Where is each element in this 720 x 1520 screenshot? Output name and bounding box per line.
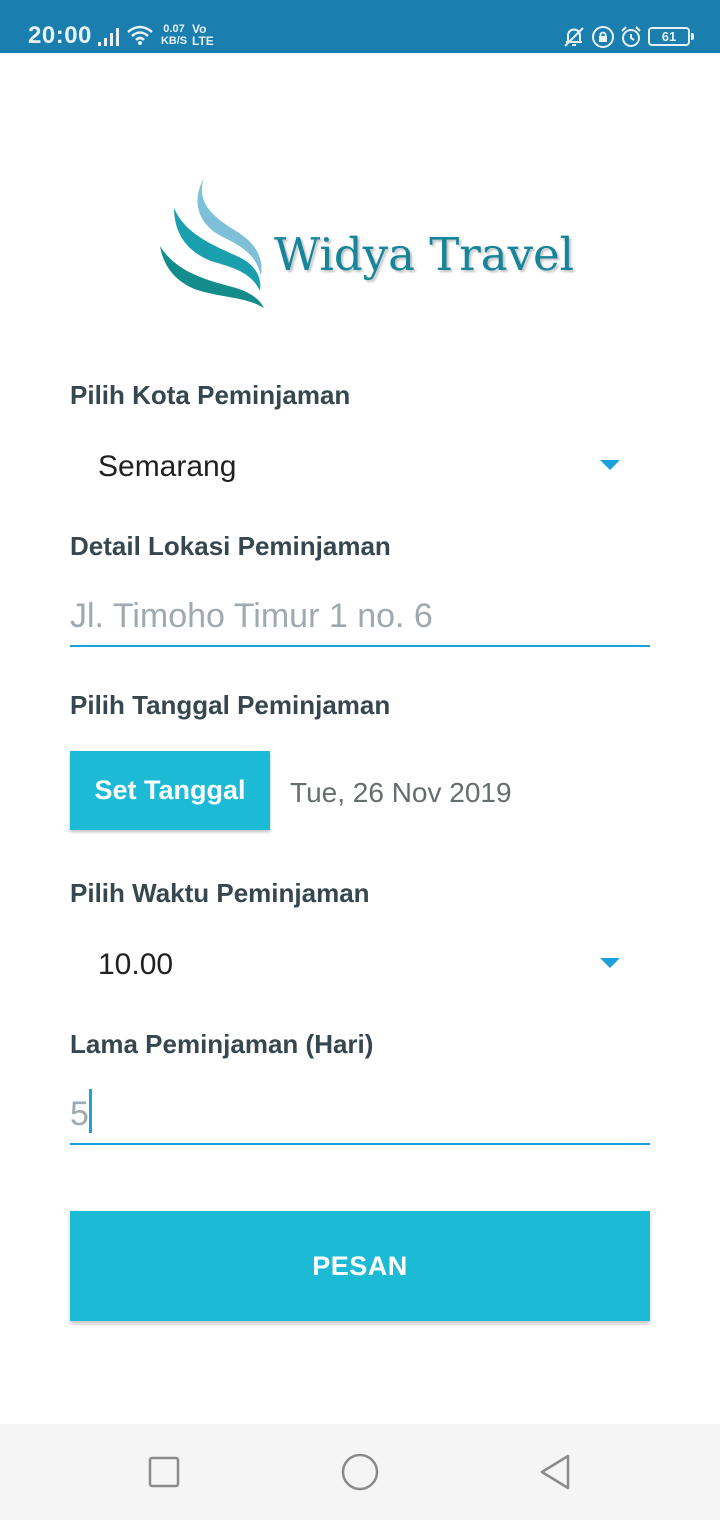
network-speed-unit: KB/S bbox=[160, 35, 188, 47]
network-lte: LTE bbox=[192, 34, 214, 48]
dropdown-arrow-icon bbox=[600, 958, 620, 968]
date-label: Pilih Tanggal Peminjaman bbox=[70, 690, 391, 720]
circle-icon[interactable] bbox=[340, 1452, 380, 1492]
dropdown-arrow-icon bbox=[600, 460, 620, 470]
city-dropdown-value: Semarang bbox=[98, 450, 237, 483]
network-speed: 0.07 KB/S bbox=[158, 23, 190, 47]
time-label: Pilih Waktu Peminjaman bbox=[70, 878, 370, 908]
battery-icon: 61 bbox=[648, 27, 694, 46]
signal-icon bbox=[98, 28, 119, 46]
set-date-button[interactable]: Set Tanggal bbox=[70, 751, 270, 830]
status-time: 20:00 bbox=[28, 22, 92, 49]
triangle-back-icon[interactable] bbox=[536, 1452, 576, 1492]
location-label: Detail Lokasi Peminjaman bbox=[70, 531, 391, 561]
lock-rotation-icon bbox=[592, 26, 614, 48]
location-input[interactable]: Jl. Timoho Timur 1 no. 6 bbox=[70, 587, 650, 647]
network-type: Vo LTE bbox=[192, 23, 214, 47]
wifi-icon bbox=[127, 25, 153, 45]
logo-text: Widya Travel bbox=[274, 228, 575, 281]
pesan-button[interactable]: PESAN bbox=[70, 1211, 650, 1321]
text-cursor bbox=[89, 1089, 92, 1133]
city-label: Pilih Kota Peminjaman bbox=[70, 380, 351, 410]
square-icon[interactable] bbox=[144, 1452, 184, 1492]
bell-off-icon bbox=[564, 27, 584, 47]
location-input-text: Jl. Timoho Timur 1 no. 6 bbox=[70, 597, 433, 635]
duration-input[interactable]: 5 bbox=[70, 1085, 650, 1145]
time-dropdown-value: 10.00 bbox=[98, 948, 174, 981]
status-bar: 20:00 0.07 KB/S Vo LTE 61 bbox=[0, 0, 720, 53]
navigation-bar bbox=[0, 1424, 720, 1520]
selected-date: Tue, 26 Nov 2019 bbox=[290, 777, 512, 808]
network-speed-value: 0.07 bbox=[163, 23, 185, 35]
app-logo: Widya Travel bbox=[156, 176, 576, 311]
duration-input-text: 5 bbox=[70, 1095, 89, 1133]
time-dropdown[interactable]: 10.00 bbox=[70, 932, 650, 992]
city-dropdown[interactable]: Semarang bbox=[70, 434, 650, 494]
logo-wave-icon bbox=[160, 178, 264, 308]
duration-label: Lama Peminjaman (Hari) bbox=[70, 1029, 374, 1059]
alarm-icon bbox=[621, 26, 641, 47]
